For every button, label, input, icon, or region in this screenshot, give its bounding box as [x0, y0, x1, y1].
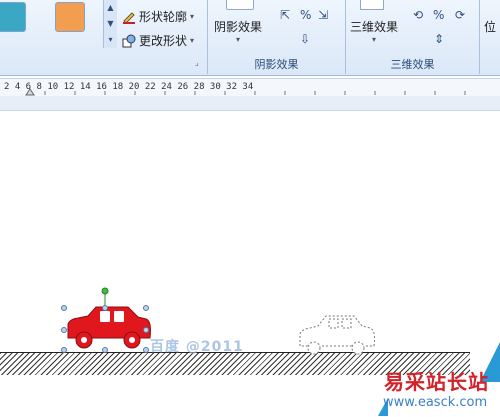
watermark-text: 百度 @2011 [150, 339, 244, 355]
dropdown-arrow-icon: ▾ [190, 12, 195, 21]
threed-effect-label: 三维效果 [350, 20, 399, 34]
tilt-right-icon[interactable]: ⟳ [455, 8, 465, 22]
page-top-band [0, 96, 500, 111]
threed-group-label: 三维效果 [390, 58, 435, 71]
rotate-handle-icon [101, 287, 109, 295]
scroll-more-icon[interactable]: ▾ [104, 32, 117, 48]
style-swatch-orange[interactable] [55, 2, 85, 32]
shape-outline-label: 形状轮廓 [139, 10, 188, 24]
dropdown-arrow-icon: ▾ [236, 35, 241, 44]
style-swatch-teal[interactable] [0, 2, 26, 32]
tilt-left-icon[interactable]: ⟲ [413, 8, 423, 22]
threed-toggle-icon[interactable]: % [433, 8, 444, 22]
shadow-effect-button[interactable]: 阴影效果 ▾ [214, 18, 262, 44]
nudge-shadow-up-left-icon[interactable]: ⇱ [280, 8, 290, 22]
shape-styles-group: ▲ ▼ ▾ 形状轮廓 ▾ 更改形状 ▾ ⌟ [0, 0, 208, 74]
dropdown-arrow-icon: ▾ [372, 35, 377, 44]
scroll-up-icon[interactable]: ▲ [104, 0, 117, 16]
threed-group: 三维效果 ▾ ⟲ % ⟳ ⇕ 三维效果 [346, 0, 480, 74]
shape-outline-button[interactable]: 形状轮廓 ▾ [122, 8, 194, 25]
site-logo-url: www.easck.com [383, 395, 488, 410]
position-button-label[interactable]: 位 [484, 18, 496, 35]
change-shape-label: 更改形状 [139, 34, 188, 48]
pencil-icon [123, 11, 135, 24]
shadow-group: 阴影效果 ▾ ⇱ % ⇲ ⇩ 阴影效果 [208, 0, 346, 74]
scroll-down-icon[interactable]: ▼ [104, 16, 117, 32]
shadow-toggle-icon[interactable]: % [300, 8, 311, 22]
outline-car-shape[interactable] [296, 306, 378, 356]
shadow-effect-label: 阴影效果 [214, 20, 263, 34]
threed-effect-button[interactable]: 三维效果 ▾ [350, 18, 398, 44]
shadow-group-label: 阴影效果 [254, 58, 299, 71]
styles-scroll[interactable]: ▲ ▼ ▾ [103, 0, 117, 48]
ribbon: ▲ ▼ ▾ 形状轮廓 ▾ 更改形状 ▾ ⌟ 阴影效果 ▾ ⇱ % ⇲ ⇩ 阴影效… [0, 0, 500, 76]
shadow-effect-icon [226, 0, 254, 10]
nudge-shadow-right-icon[interactable]: ⇲ [318, 8, 328, 22]
site-logo-title: 易采站长站 [384, 370, 489, 394]
dialog-launcher-icon[interactable]: ⌟ [195, 58, 199, 67]
red-car-shape[interactable] [58, 284, 158, 356]
tilt-up-down-icon[interactable]: ⇕ [434, 32, 444, 46]
threed-effect-icon [360, 0, 384, 10]
change-shape-button[interactable]: 更改形状 ▾ [122, 32, 194, 49]
ruler-numbers: 2 4 6 8 10 12 14 16 18 20 22 24 26 28 30… [4, 82, 254, 92]
horizontal-ruler[interactable]: 2 4 6 8 10 12 14 16 18 20 22 24 26 28 30… [0, 78, 500, 97]
change-shape-icon [122, 34, 136, 47]
nudge-shadow-down-icon[interactable]: ⇩ [300, 32, 310, 46]
dropdown-arrow-icon: ▾ [190, 36, 195, 45]
